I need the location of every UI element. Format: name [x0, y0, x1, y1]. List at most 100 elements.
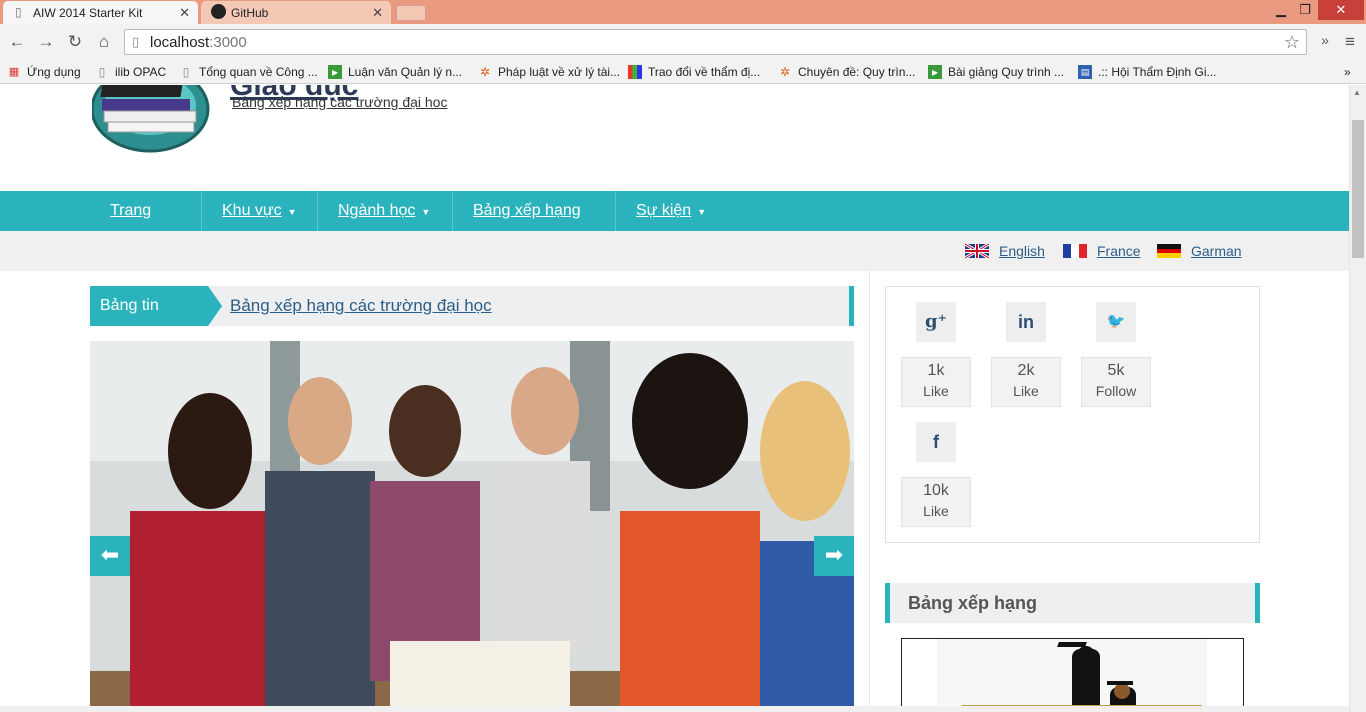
green-doc-icon: ▸	[328, 65, 342, 79]
bookmark-label: Pháp luật về xử lý tài...	[498, 65, 621, 79]
tab-aiw-starter-kit[interactable]: ▯ AIW 2014 Starter Kit ✕	[3, 1, 198, 24]
lang-english[interactable]: English	[965, 243, 1045, 259]
close-icon[interactable]: ✕	[179, 5, 190, 21]
caret-down-icon: ▼	[421, 207, 431, 217]
vertical-scrollbar[interactable]: ▲	[1349, 85, 1366, 712]
bookmark-item[interactable]: ▸ Bài giảng Quy trình ...	[928, 63, 1064, 81]
bookmark-item[interactable]: ✲ Chuyên đề: Quy trìn...	[778, 63, 915, 81]
google-plus-count[interactable]: 1k Like	[901, 357, 971, 407]
page-icon: ▯	[132, 34, 140, 49]
bookmarks-bar: ▦ Ứng dụng ▯ ilib OPAC ▯ Tổng quan về Công …	[0, 60, 1366, 84]
bookmark-item[interactable]: ▤ .:: Hội Thẩm Định Gi...	[1078, 63, 1216, 81]
linkedin-count[interactable]: 2k Like	[991, 357, 1061, 407]
nav-events[interactable]: Sự kiện ▼	[616, 191, 728, 231]
facebook-icon[interactable]: f	[916, 422, 956, 462]
bookmark-star-icon[interactable]: ☆	[1284, 32, 1300, 53]
germany-flag-icon	[1157, 244, 1181, 258]
forward-icon[interactable]: →	[35, 32, 57, 52]
bookmark-label: Chuyên đề: Quy trìn...	[798, 65, 916, 79]
restore-icon[interactable]: ❐	[1294, 0, 1316, 20]
bookmark-label: Ứng dụng	[27, 65, 81, 79]
close-icon[interactable]: ✕	[372, 5, 383, 21]
tab-title: GitHub	[231, 5, 269, 20]
count-action: Like	[1013, 383, 1039, 399]
twitter-icon[interactable]: 🐦	[1096, 302, 1136, 342]
minimize-icon[interactable]: ▁	[1270, 0, 1292, 20]
language-bar: English France Garman	[0, 231, 1349, 271]
linkedin-icon[interactable]: in	[1006, 302, 1046, 342]
site-logo[interactable]	[92, 85, 212, 153]
apps-grid-icon: ▦	[8, 66, 20, 78]
count-action: Like	[923, 503, 949, 519]
new-tab-button[interactable]	[396, 5, 426, 21]
slider-prev-arrow-icon[interactable]: ⬅	[90, 536, 130, 576]
orange-star-icon: ✲	[479, 65, 491, 79]
count-value: 10k	[923, 482, 949, 499]
news-ticker: Bảng tin Bảng xếp hạng các trường đại họ…	[90, 286, 854, 326]
overflow-label: »	[1344, 65, 1351, 79]
home-icon[interactable]: ⌂	[93, 32, 115, 52]
bookmark-item[interactable]: ▯ ilib OPAC	[95, 63, 166, 81]
url-text: localhost:3000	[150, 34, 247, 51]
bookmarks-overflow-icon[interactable]: »	[1344, 63, 1351, 81]
tab-title: AIW 2014 Starter Kit	[33, 5, 143, 20]
orange-star-icon: ✲	[779, 65, 791, 79]
bookmark-apps[interactable]: ▦ Ứng dụng	[7, 63, 81, 81]
lang-german[interactable]: Garman	[1157, 243, 1242, 259]
menu-icon[interactable]: ≡	[1339, 32, 1361, 52]
ranking-title: Bảng xếp hạng	[908, 593, 1038, 613]
nav-ranking[interactable]: Bảng xếp hạng▼	[453, 191, 616, 257]
tab-github[interactable]: GitHub ✕	[201, 1, 391, 24]
social-glyph: f	[933, 432, 939, 452]
nav-major[interactable]: Ngành học ▼	[318, 191, 453, 231]
column-divider	[869, 271, 870, 712]
count-value: 5k	[1107, 362, 1125, 379]
site-subtitle[interactable]: Bảng xếp hạng các trường đại hoc	[232, 94, 447, 110]
social-glyph: in	[1018, 312, 1034, 332]
nav-home[interactable]: Trang chủ	[90, 191, 202, 259]
bookmark-label: Tổng quan về Công ...	[199, 65, 318, 79]
social-glyph: 🐦	[1106, 313, 1126, 330]
address-bar[interactable]: ▯ localhost:3000 ☆	[124, 29, 1307, 55]
site-icon: ▤	[1078, 65, 1092, 79]
slider-next-arrow-icon[interactable]: ➡	[814, 536, 854, 576]
facebook-count[interactable]: 10k Like	[901, 477, 971, 527]
count-action: Follow	[1095, 383, 1137, 399]
back-icon[interactable]: ←	[6, 32, 28, 52]
lang-label: Garman	[1191, 243, 1242, 259]
color-grid-icon	[628, 65, 642, 79]
horizontal-scrollbar[interactable]	[0, 706, 1349, 712]
students-photo	[90, 341, 854, 712]
github-icon	[211, 4, 226, 19]
nav-label: Bảng xếp hạng	[473, 202, 581, 219]
bookmark-label: .:: Hội Thẩm Định Gi...	[1098, 65, 1217, 79]
extensions-overflow-icon[interactable]: »	[1314, 32, 1336, 48]
bookmark-label: Trao đổi về thẩm đị...	[648, 65, 761, 79]
bookmark-item[interactable]: ✲ Pháp luật về xử lý tài...	[478, 63, 620, 81]
google-plus-icon[interactable]: g⁺	[916, 302, 956, 342]
bookmark-item[interactable]: ▯ Tổng quan về Công ...	[179, 63, 318, 81]
nav-region[interactable]: Khu vực ▼	[202, 191, 318, 231]
nav-label: Khu vực	[222, 202, 282, 219]
lang-label: France	[1097, 243, 1141, 259]
page-icon: ▯	[182, 65, 190, 79]
nav-label: Sự kiện	[636, 202, 692, 219]
image-slider: ⬅ ➡	[90, 341, 854, 712]
news-headline-link[interactable]: Bảng xếp hạng các trường đại học	[230, 296, 492, 316]
window-close-icon[interactable]: ✕	[1318, 0, 1364, 20]
news-label: Bảng tin	[90, 286, 222, 326]
ranking-image[interactable]	[901, 638, 1244, 712]
bookmark-item[interactable]: ▸ Luận văn Quản lý n...	[328, 63, 462, 81]
caret-down-icon: ▼	[287, 207, 297, 217]
count-value: 1k	[927, 362, 945, 379]
lang-france[interactable]: France	[1063, 243, 1141, 259]
bookmark-label: ilib OPAC	[115, 65, 167, 79]
nav-label: Ngành học	[338, 202, 416, 219]
scrollbar-thumb[interactable]	[1352, 120, 1364, 258]
green-doc-icon: ▸	[928, 65, 942, 79]
bookmark-item[interactable]: Trao đổi về thẩm đị...	[628, 63, 760, 81]
reload-icon[interactable]: ↻	[64, 32, 86, 52]
caret-down-icon: ▼	[697, 207, 707, 217]
twitter-count[interactable]: 5k Follow	[1081, 357, 1151, 407]
scroll-up-icon[interactable]: ▲	[1353, 88, 1361, 97]
